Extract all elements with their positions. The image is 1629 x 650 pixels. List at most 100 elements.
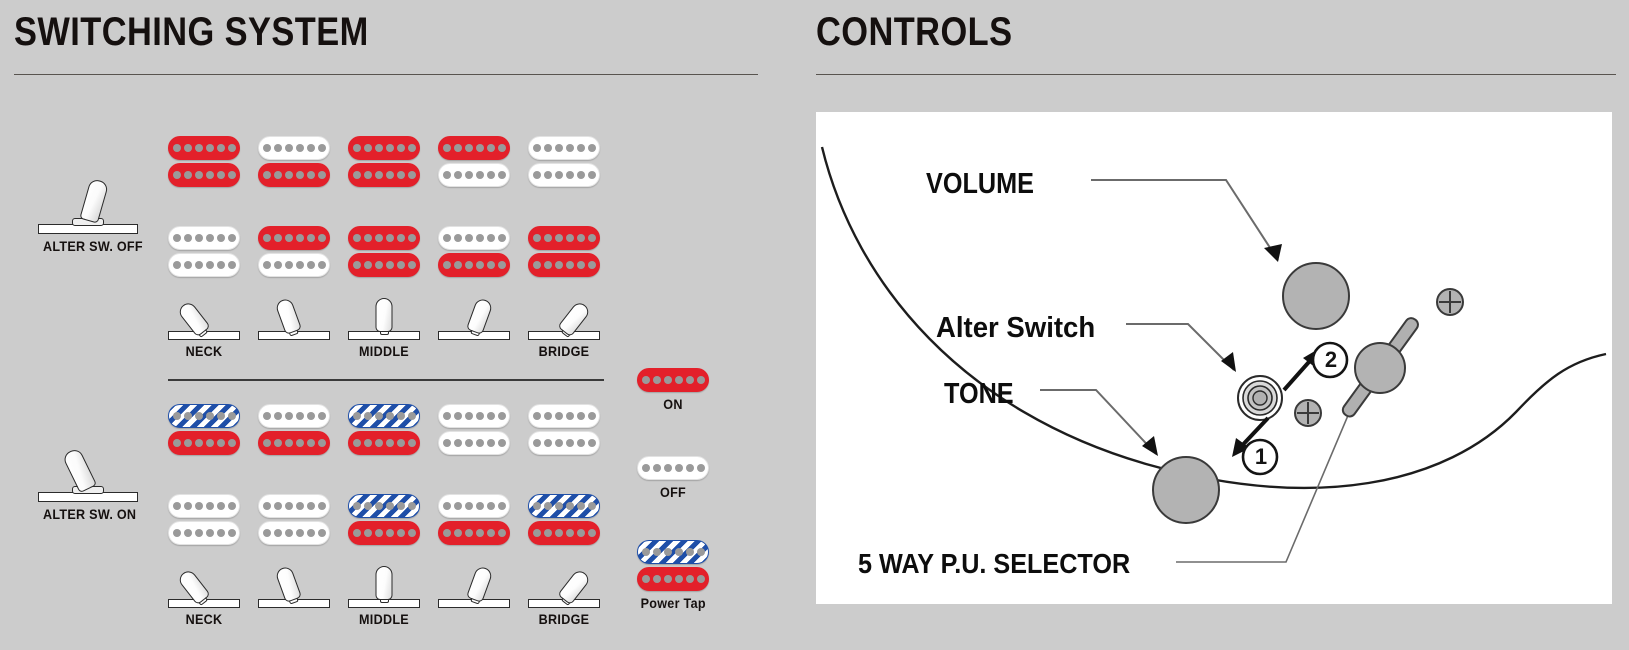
lever-knob — [375, 566, 393, 600]
lever-pos5[interactable]: BRIDGE — [528, 552, 600, 627]
selector-knob — [1354, 342, 1406, 394]
coil-bottom — [258, 521, 330, 545]
selector-screw-top — [1436, 288, 1464, 316]
switching-system-panel: SWITCHING SYSTEM ALTER SW. OFF NECK MIDD… — [0, 0, 800, 650]
coil-bottom — [637, 567, 709, 591]
five-way-selector-control[interactable] — [1340, 316, 1420, 419]
label-volume: VOLUME — [926, 168, 1034, 200]
coil-bottom — [348, 253, 420, 277]
alter-sw-off-lever-row: NECK MIDDLE BRIDGE — [168, 284, 600, 359]
coil-top — [528, 226, 600, 250]
diagram-page: SWITCHING SYSTEM ALTER SW. OFF NECK MIDD… — [0, 0, 1629, 650]
lever-label-middle: MIDDLE — [359, 611, 409, 627]
coil-bottom — [528, 253, 600, 277]
toggle-bat — [78, 178, 109, 224]
alter-switch-control[interactable] — [1237, 375, 1283, 421]
pickup-pos2[interactable] — [258, 136, 330, 187]
label-5-way-pu-selector: 5 WAY P.U. SELECTOR — [858, 548, 1131, 579]
controls-illustration-board: VOLUME Alter Switch TONE 5 WAY P.U. SELE… — [816, 112, 1612, 604]
legend-coil-on — [637, 368, 709, 392]
coil-top — [528, 136, 600, 160]
pickup-pos3[interactable] — [348, 136, 420, 187]
coil-top — [438, 226, 510, 250]
pickup-pos3[interactable] — [348, 404, 420, 455]
coil-top — [258, 494, 330, 518]
coil-top — [637, 540, 709, 564]
pickup-pos2[interactable] — [258, 226, 330, 277]
controls-panel: CONTROLS VOLUME Alter Switch TONE 5 WAY … — [800, 0, 1629, 650]
coil-bottom — [258, 163, 330, 187]
coil-top — [258, 226, 330, 250]
pickup-pos3[interactable] — [348, 494, 420, 545]
coil-top — [438, 494, 510, 518]
legend-coil-power-tap — [637, 540, 709, 591]
label-alter-switch: Alter Switch — [936, 312, 1096, 344]
pickup-pos2[interactable] — [258, 494, 330, 545]
tone-knob[interactable] — [1152, 456, 1220, 524]
alter-sw-off-neck-row — [168, 136, 600, 187]
pickup-pos5[interactable] — [528, 404, 600, 455]
coil-bottom — [168, 253, 240, 277]
lever-pos5[interactable]: BRIDGE — [528, 284, 600, 359]
coil-top — [438, 404, 510, 428]
alter-sw-off-bridge-row — [168, 226, 600, 277]
toggle-bat — [61, 447, 97, 494]
coil-bottom — [438, 431, 510, 455]
pickup-pos5[interactable] — [528, 494, 600, 545]
lever-pos2[interactable] — [258, 284, 330, 359]
lever-pos1[interactable]: NECK — [168, 552, 240, 627]
coil-bottom — [348, 521, 420, 545]
coil-top — [348, 226, 420, 250]
lever-pos4[interactable] — [438, 552, 510, 627]
alter-sw-off-label: ALTER SW. OFF — [43, 238, 143, 254]
alter-switch-leader-line — [1126, 323, 1236, 372]
pickup-pos2[interactable] — [258, 404, 330, 455]
pickup-pos4[interactable] — [438, 404, 510, 455]
coil-top — [348, 404, 420, 428]
label-tone: TONE — [944, 378, 1014, 410]
coil-bottom — [438, 163, 510, 187]
legend-item-on: ON — [637, 368, 709, 412]
pickup-pos4[interactable] — [438, 226, 510, 277]
lever-label-middle: MIDDLE — [359, 343, 409, 359]
legend-label-on: ON — [663, 396, 683, 412]
coil-bottom — [258, 253, 330, 277]
coil-bottom — [168, 521, 240, 545]
controls-divider — [816, 74, 1616, 75]
coil-bottom — [528, 431, 600, 455]
pickup-pos1[interactable] — [168, 494, 240, 545]
pickup-pos1[interactable] — [168, 136, 240, 187]
pickup-pos1[interactable] — [168, 404, 240, 455]
volume-knob[interactable] — [1282, 262, 1350, 330]
lever-label-neck: NECK — [185, 611, 223, 627]
toggle-switch-icon — [38, 178, 138, 234]
alter-sw-off-toggle[interactable]: ALTER SW. OFF — [38, 178, 143, 254]
pickup-pos5[interactable] — [528, 226, 600, 277]
lever-pos2[interactable] — [258, 552, 330, 627]
pickup-pos4[interactable] — [438, 494, 510, 545]
coil-bottom — [348, 163, 420, 187]
coil-bottom — [168, 431, 240, 455]
legend-label-off: OFF — [659, 484, 687, 500]
lever-knob — [466, 565, 494, 603]
switching-system-title: SWITCHING SYSTEM — [14, 10, 369, 54]
alter-sw-on-label: ALTER SW. ON — [43, 506, 137, 522]
lever-label-bridge: BRIDGE — [538, 611, 590, 627]
lever-pos4[interactable] — [438, 284, 510, 359]
alter-sw-on-toggle[interactable]: ALTER SW. ON — [38, 446, 138, 522]
lever-pos1[interactable]: NECK — [168, 284, 240, 359]
coil-top — [258, 404, 330, 428]
coil-bottom — [528, 521, 600, 545]
alter-sw-on-lever-row: NECK MIDDLE BRIDGE — [168, 552, 600, 627]
lever-pos3[interactable]: MIDDLE — [348, 284, 420, 359]
pickup-pos5[interactable] — [528, 136, 600, 187]
coil-top — [168, 494, 240, 518]
legend-coil-off — [637, 456, 709, 480]
pickup-pos3[interactable] — [348, 226, 420, 277]
lever-pos3[interactable]: MIDDLE — [348, 552, 420, 627]
lever-knob — [274, 565, 302, 603]
coil-bottom — [168, 163, 240, 187]
coil-bottom — [438, 253, 510, 277]
pickup-pos1[interactable] — [168, 226, 240, 277]
pickup-pos4[interactable] — [438, 136, 510, 187]
